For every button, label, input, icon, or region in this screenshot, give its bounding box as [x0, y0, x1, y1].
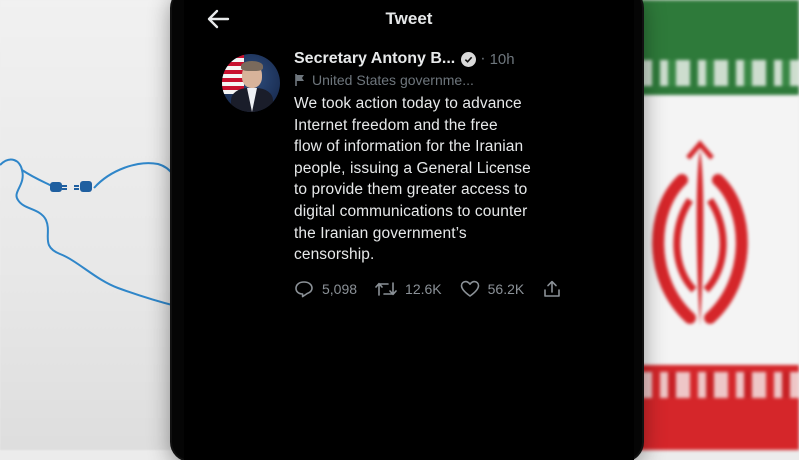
share-icon [544, 280, 561, 297]
iran-map-outline [0, 158, 190, 309]
reply-button[interactable]: 5,098 [294, 280, 357, 298]
tweet-actions: 5,098 12.6K 56.2K [294, 280, 654, 298]
plug-icon [50, 181, 92, 192]
verified-icon [461, 51, 477, 67]
tweet-text-line: the Iranian government’s [294, 224, 467, 242]
retweet-count: 12.6K [405, 280, 442, 297]
share-button[interactable] [542, 280, 570, 298]
tweet-screen: Tweet Secretary Antony B... · 10h United… [184, 0, 634, 460]
avatar[interactable] [222, 54, 280, 112]
like-icon [460, 280, 479, 297]
account-label-text: United States governme... [312, 72, 474, 88]
retweet-button[interactable]: 12.6K [375, 280, 442, 298]
like-count: 56.2K [487, 280, 525, 297]
tweet-text-line: digital communications to counter [294, 202, 528, 220]
tweet-time[interactable]: 10h [490, 51, 515, 68]
author-row: Secretary Antony B... · 10h [294, 48, 654, 70]
government-account-label: United States governme... [294, 72, 654, 88]
reply-count: 5,098 [322, 280, 358, 297]
like-button[interactable]: 56.2K [460, 280, 525, 298]
top-bar: Tweet [184, 0, 634, 38]
author-name[interactable]: Secretary Antony B... [294, 50, 455, 68]
tweet-text-line: Internet freedom and the free [294, 116, 498, 134]
tweet-text: We took action today to advance Internet… [294, 93, 654, 266]
tweet-content: Secretary Antony B... · 10h United State… [294, 48, 654, 298]
retweet-icon [375, 281, 397, 296]
tweet-text-line: people, issuing a General License [294, 159, 531, 177]
separator-dot: · [480, 50, 486, 67]
phone: Tweet Secretary Antony B... · 10h United… [172, 0, 642, 460]
tweet-text-line: to provide them greater access to [294, 181, 528, 199]
tweet-text-line: We took action today to advance [294, 95, 522, 112]
page-title: Tweet [385, 9, 433, 28]
tweet-text-line: flow of information for the Iranian [294, 138, 524, 156]
reply-icon [295, 280, 313, 298]
tweet-text-line: censorship. [294, 246, 375, 264]
flag-icon [295, 74, 304, 86]
